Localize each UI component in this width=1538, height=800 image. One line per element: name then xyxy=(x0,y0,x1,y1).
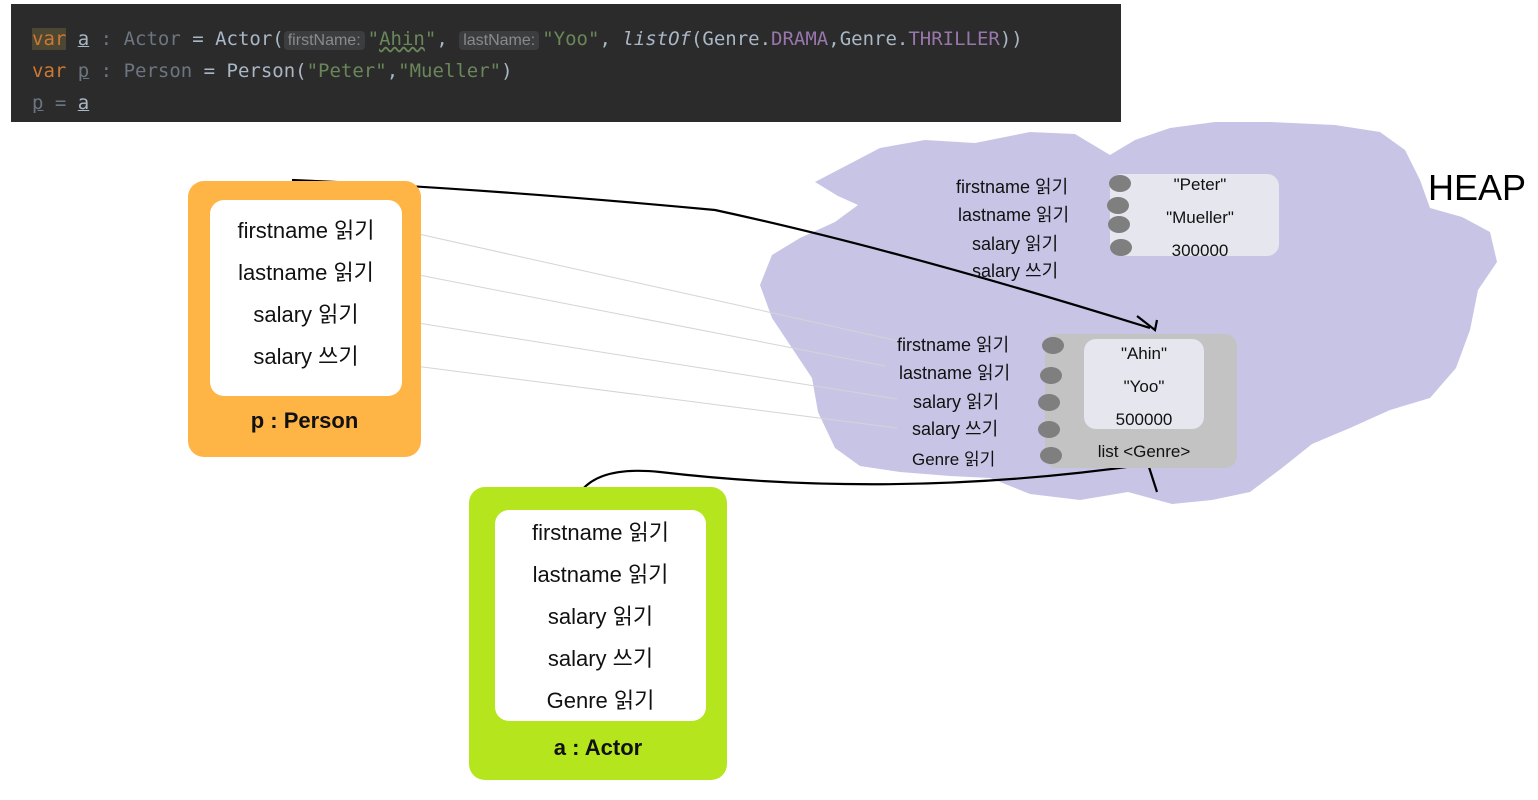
person-method: salary 읽기 xyxy=(253,302,359,327)
field-dot xyxy=(1040,447,1062,464)
actor-method: firstname 읽기 xyxy=(531,520,670,545)
heap-person-method: salary 읽기 xyxy=(972,234,1059,254)
field-dot xyxy=(1110,239,1132,256)
heap-actor-value: list <Genre> xyxy=(1097,442,1191,461)
heap-actor-method: salary 읽기 xyxy=(913,392,1000,412)
field-dot xyxy=(1042,337,1064,354)
heap-label: HEAP xyxy=(1428,167,1527,208)
actor-method: salary 읽기 xyxy=(547,604,654,629)
heap-person-method: firstname 읽기 xyxy=(956,177,1069,197)
field-dot xyxy=(1038,394,1060,411)
heap-person-value: "Mueller" xyxy=(1166,208,1234,227)
actor-caption: a : Actor xyxy=(553,735,643,760)
heap-person-method: lastname 읽기 xyxy=(958,205,1070,225)
person-caption: p : Person xyxy=(250,408,359,433)
person-reference-box: firstname 읽기 lastname 읽기 salary 읽기 salar… xyxy=(188,181,421,457)
heap-actor-value: 500000 xyxy=(1115,410,1173,429)
heap-actor-value: "Ahin" xyxy=(1120,344,1168,363)
person-method: firstname 읽기 xyxy=(237,218,375,243)
field-dot xyxy=(1038,421,1060,438)
actor-method: lastname 읽기 xyxy=(532,562,669,587)
heap-actor-method: firstname 읽기 xyxy=(897,335,1010,355)
field-dot xyxy=(1107,197,1129,214)
heap-person-method: salary 쓰기 xyxy=(972,261,1059,281)
person-interface: firstname 읽기 lastname 읽기 salary 읽기 salar… xyxy=(210,200,402,396)
field-dot xyxy=(1108,216,1130,233)
actor-reference-box: firstname 읽기 lastname 읽기 salary 읽기 salar… xyxy=(469,487,727,780)
actor-interface: firstname 읽기 lastname 읽기 salary 읽기 salar… xyxy=(495,510,706,721)
person-method: lastname 읽기 xyxy=(238,260,374,285)
field-dot xyxy=(1109,175,1131,192)
heap-actor-method: lastname 읽기 xyxy=(899,363,1011,383)
heap-actor-value: "Yoo" xyxy=(1123,377,1165,396)
heap-person-value: 300000 xyxy=(1171,241,1229,260)
actor-method: Genre 읽기 xyxy=(546,688,655,713)
heap-actor-method: salary 쓰기 xyxy=(912,419,999,439)
heap-person-value: "Peter" xyxy=(1173,175,1227,194)
person-method: salary 쓰기 xyxy=(253,344,359,369)
actor-method: salary 쓰기 xyxy=(547,646,654,671)
field-dot xyxy=(1040,367,1062,384)
heap-actor-method: Genre 읽기 xyxy=(912,450,996,469)
